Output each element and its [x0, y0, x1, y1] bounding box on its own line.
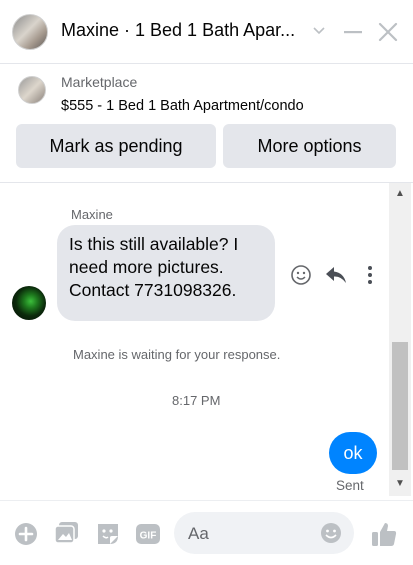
marketplace-label: Marketplace: [61, 74, 138, 90]
scroll-up-arrow-icon[interactable]: ▲: [389, 188, 411, 199]
sent-message-bubble: ok: [329, 432, 377, 474]
sent-message-text: ok: [343, 442, 363, 463]
received-message-text: Is this still available? I need more pic…: [69, 234, 239, 300]
sticker-icon[interactable]: [95, 521, 121, 547]
react-smiley-icon[interactable]: [290, 264, 312, 286]
close-icon[interactable]: [378, 22, 398, 42]
more-options-icon[interactable]: [366, 264, 374, 286]
received-message-bubble: Is this still available? I need more pic…: [57, 225, 275, 321]
message-input[interactable]: [186, 522, 320, 546]
emoji-icon[interactable]: [320, 522, 342, 544]
message-composer[interactable]: [174, 512, 354, 554]
sender-avatar[interactable]: [12, 286, 46, 320]
scrollbar-thumb[interactable]: [392, 342, 408, 470]
waiting-notice: Maxine is waiting for your response.: [73, 347, 281, 362]
gif-icon[interactable]: GIF: [135, 522, 161, 546]
footer-divider: [0, 500, 413, 501]
chevron-down-icon[interactable]: [312, 26, 326, 36]
message-timestamp: 8:17 PM: [172, 393, 221, 408]
photo-icon[interactable]: [54, 521, 80, 545]
scroll-down-arrow-icon[interactable]: ▼: [389, 478, 411, 489]
listing-avatar[interactable]: [12, 14, 48, 50]
add-icon[interactable]: [14, 522, 38, 546]
like-thumbs-up-icon[interactable]: [370, 520, 398, 548]
chat-title[interactable]: Maxine · 1 Bed 1 Bath Apar...: [61, 20, 295, 41]
more-options-button[interactable]: More options: [223, 124, 396, 168]
minimize-icon[interactable]: [344, 30, 362, 34]
listing-description[interactable]: $555 - 1 Bed 1 Bath Apartment/condo: [61, 98, 304, 114]
sent-status: Sent: [336, 478, 364, 493]
listing-thumbnail[interactable]: [18, 76, 46, 104]
sender-name: Maxine: [71, 207, 113, 222]
mark-as-pending-button[interactable]: Mark as pending: [16, 124, 216, 168]
svg-text:GIF: GIF: [140, 531, 157, 542]
divider: [0, 182, 413, 183]
reply-icon[interactable]: [324, 264, 348, 286]
